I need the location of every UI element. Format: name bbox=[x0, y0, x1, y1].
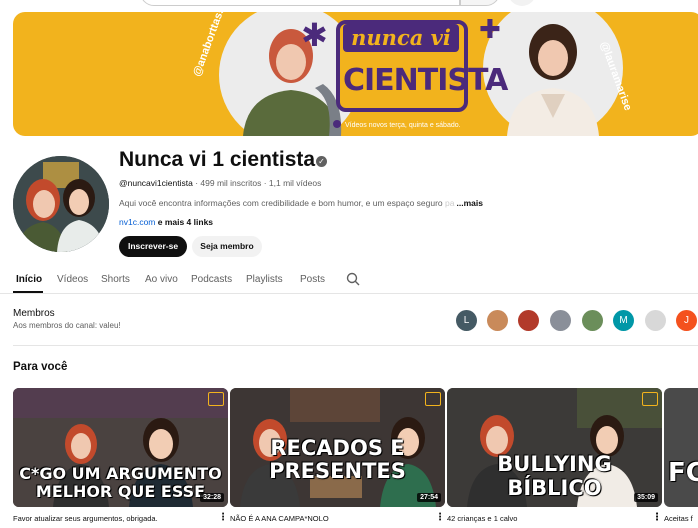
thumbnail-logo-icon bbox=[425, 392, 441, 406]
members-title: Membros bbox=[13, 308, 55, 319]
thumbnail-text-2: PRESENTES bbox=[269, 459, 406, 483]
description-text: Aqui você encontra informações com credi… bbox=[119, 198, 446, 208]
video-title[interactable]: Aceitas f bbox=[664, 514, 693, 523]
verified-check-icon: ✓ bbox=[316, 156, 327, 167]
tab-podcasts[interactable]: Podcasts bbox=[191, 274, 232, 285]
thumbnail-text-1: RECADOS E bbox=[270, 436, 405, 460]
thumbnail-text-2: MELHOR QUE ESSE bbox=[35, 482, 206, 501]
video-title[interactable]: NÃO É A ANA CAMPA*NOLO bbox=[230, 514, 329, 523]
more-options-icon[interactable]: ⋮ bbox=[652, 512, 662, 523]
search-icon[interactable] bbox=[346, 272, 360, 286]
member-avatar[interactable]: J bbox=[676, 310, 697, 331]
video-title[interactable]: Favor atualizar seus argumentos, obrigad… bbox=[13, 514, 158, 523]
join-member-button[interactable]: Seja membro bbox=[192, 236, 262, 257]
tab-home[interactable]: Início bbox=[16, 274, 42, 285]
video-card[interactable]: BULLYING BÍBLICO 35:09 42 crianças e 1 c… bbox=[447, 388, 662, 523]
arrow-down-decoration-icon: ✚ bbox=[479, 14, 501, 44]
tab-posts[interactable]: Posts bbox=[300, 274, 325, 285]
banner-schedule-text: Vídeos novos terça, quinta e sábado. bbox=[345, 122, 461, 129]
thumbnail-text-1: C*GO UM ARGUMENTO bbox=[19, 464, 222, 483]
video-title[interactable]: 42 crianças e 1 calvo bbox=[447, 514, 517, 523]
play-dot-icon bbox=[333, 120, 341, 128]
channel-tabs: Início Vídeos Shorts Ao vivo Podcasts Pl… bbox=[0, 266, 698, 294]
active-tab-indicator bbox=[13, 291, 43, 293]
channel-stats: · 499 mil inscritos · 1,1 mil vídeos bbox=[192, 178, 322, 188]
tab-videos[interactable]: Vídeos bbox=[57, 274, 88, 285]
section-divider bbox=[13, 345, 698, 346]
channel-avatar[interactable] bbox=[13, 156, 109, 252]
search-input[interactable] bbox=[140, 0, 460, 6]
banner-person-right bbox=[507, 24, 599, 136]
channel-handle: @nuncavi1cientista bbox=[119, 178, 193, 188]
description-more-link[interactable]: ...mais bbox=[456, 198, 482, 208]
thumbnail-text-2: BÍBLICO bbox=[507, 476, 602, 500]
thumbnail-text-1: FC bbox=[668, 458, 698, 488]
video-thumbnail[interactable]: RECADOS E PRESENTES 27:54 bbox=[230, 388, 445, 507]
more-links[interactable]: e mais 4 links bbox=[155, 217, 213, 227]
video-thumbnail[interactable]: FC bbox=[664, 388, 698, 507]
video-card[interactable]: C*GO UM ARGUMENTO MELHOR QUE ESSE 32:28 … bbox=[13, 388, 228, 523]
video-thumbnail[interactable]: C*GO UM ARGUMENTO MELHOR QUE ESSE 32:28 bbox=[13, 388, 228, 507]
subscribe-button[interactable]: Inscrever-se bbox=[119, 236, 187, 257]
more-options-icon[interactable]: ⋮ bbox=[218, 512, 228, 523]
member-avatar[interactable] bbox=[550, 310, 571, 331]
section-title: Para você bbox=[13, 361, 68, 373]
top-bar bbox=[0, 0, 698, 10]
search-button[interactable] bbox=[460, 0, 500, 6]
thumbnail-logo-icon bbox=[642, 392, 658, 406]
banner-logo-main: CIENTISTA bbox=[343, 63, 508, 98]
channel-name: Nunca vi 1 cientista bbox=[119, 148, 316, 171]
member-avatar[interactable] bbox=[487, 310, 508, 331]
video-thumbnail[interactable]: BULLYING BÍBLICO 35:09 bbox=[447, 388, 662, 507]
member-avatar[interactable]: L bbox=[456, 310, 477, 331]
video-card[interactable]: FC ⋮ Aceitas f bbox=[652, 388, 698, 523]
member-avatar[interactable] bbox=[645, 310, 666, 331]
banner-person-left bbox=[243, 29, 342, 136]
members-subtitle: Aos membros do canal: valeu! bbox=[13, 321, 121, 330]
asterisk-decoration-icon: ✱ bbox=[301, 17, 328, 53]
tab-shorts[interactable]: Shorts bbox=[101, 274, 130, 285]
banner-logo-top: nunca vi 1 bbox=[343, 24, 459, 78]
video-duration: 27:54 bbox=[417, 493, 441, 502]
video-card[interactable]: RECADOS E PRESENTES 27:54 NÃO É A ANA CA… bbox=[230, 388, 445, 523]
description-fade: pa bbox=[445, 198, 455, 208]
member-avatar[interactable]: M bbox=[613, 310, 634, 331]
voice-search-button[interactable] bbox=[508, 0, 536, 6]
member-avatar[interactable] bbox=[518, 310, 539, 331]
channel-links: nv1c.com e mais 4 links bbox=[119, 217, 213, 227]
thumbnail-text-1: BULLYING bbox=[497, 452, 612, 476]
channel-link[interactable]: nv1c.com bbox=[119, 217, 155, 227]
channel-banner: @anaborttassa @lauramarise ✱ nunca vi 1 … bbox=[13, 12, 698, 136]
video-duration: 32:28 bbox=[200, 493, 224, 502]
channel-avatar-image bbox=[13, 156, 109, 252]
channel-description[interactable]: Aqui você encontra informações com credi… bbox=[119, 198, 483, 208]
thumbnail-logo-icon bbox=[208, 392, 224, 406]
more-options-icon[interactable]: ⋮ bbox=[435, 512, 445, 523]
tab-live[interactable]: Ao vivo bbox=[145, 274, 178, 285]
tab-playlists[interactable]: Playlists bbox=[246, 274, 283, 285]
channel-meta: @nuncavi1cientista · 499 mil inscritos ·… bbox=[119, 178, 321, 188]
banner-schedule: Vídeos novos terça, quinta e sábado. bbox=[333, 120, 461, 129]
member-avatar[interactable] bbox=[582, 310, 603, 331]
video-duration: 35:09 bbox=[634, 493, 658, 502]
